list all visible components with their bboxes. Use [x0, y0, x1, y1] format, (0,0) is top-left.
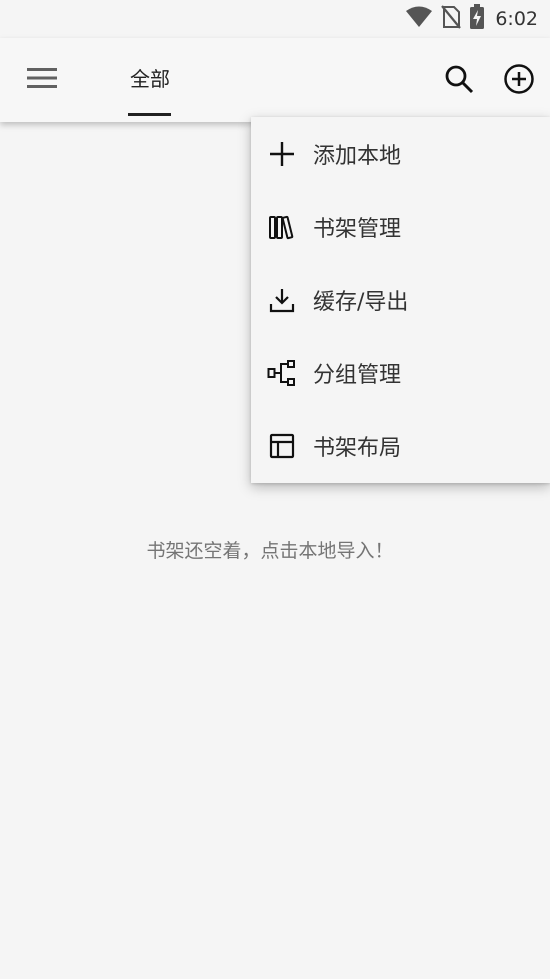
tab-all[interactable]: 全部 [128, 38, 172, 116]
menu-item-bookshelf-layout[interactable]: 书架布局 [251, 409, 550, 482]
tab-indicator [128, 113, 171, 116]
wifi-icon [405, 6, 433, 32]
battery-charging-icon [469, 4, 485, 34]
search-icon [444, 64, 474, 98]
menu-item-bookshelf-manage[interactable]: 书架管理 [251, 190, 550, 263]
status-icons: 6:02 [405, 4, 538, 34]
menu-item-label: 添加本地 [313, 143, 402, 169]
app-bar: 全部 [0, 38, 550, 122]
menu-item-label: 书架布局 [313, 435, 402, 461]
menu-item-label: 分组管理 [313, 362, 402, 388]
popup-menu: 添加本地 书架管理 缓存/导出 分组管理 书架布局 [251, 117, 550, 483]
menu-item-group-manage[interactable]: 分组管理 [251, 336, 550, 409]
menu-item-label: 书架管理 [313, 216, 402, 242]
plus-icon [267, 139, 297, 169]
menu-item-label: 缓存/导出 [313, 289, 409, 315]
layout-icon [267, 431, 297, 461]
menu-item-add-local[interactable]: 添加本地 [251, 117, 550, 190]
status-bar: 6:02 [0, 0, 550, 38]
menu-item-cache-export[interactable]: 缓存/导出 [251, 263, 550, 336]
add-button[interactable] [498, 60, 540, 102]
download-icon [267, 285, 297, 315]
search-button[interactable] [438, 60, 480, 102]
empty-bookshelf-message: 书架还空着，点击本地导入！ [146, 540, 394, 562]
bookshelf-icon [267, 212, 297, 242]
status-time: 6:02 [495, 8, 538, 30]
group-icon [267, 358, 297, 388]
menu-button[interactable] [20, 60, 64, 100]
no-sim-icon [441, 5, 462, 33]
hamburger-menu-icon [27, 67, 57, 93]
add-circle-icon [503, 63, 535, 99]
